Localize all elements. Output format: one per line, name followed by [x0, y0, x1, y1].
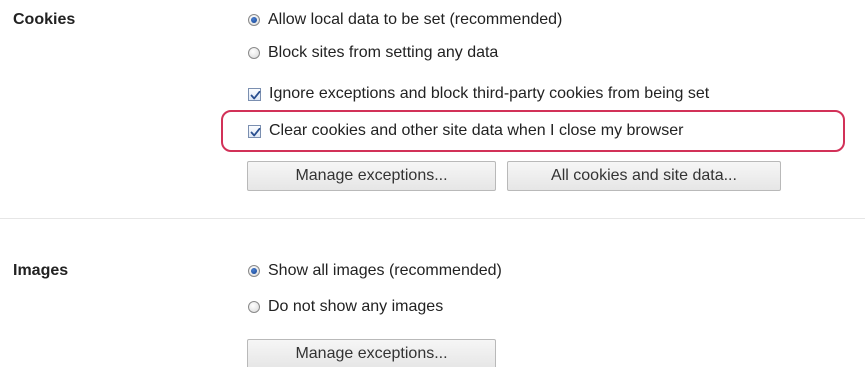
block-sites-label: Block sites from setting any data	[268, 44, 499, 61]
section-divider	[0, 218, 865, 219]
allow-local-data-label: Allow local data to be set (recommended)	[268, 11, 563, 28]
radio-selected-icon[interactable]	[248, 265, 260, 277]
radio-selected-icon[interactable]	[248, 14, 260, 26]
radio-unselected-icon[interactable]	[248, 47, 260, 59]
do-not-show-images-option[interactable]: Do not show any images	[248, 296, 443, 318]
all-cookies-site-data-button[interactable]: All cookies and site data...	[507, 161, 781, 191]
clear-on-close-label: Clear cookies and other site data when I…	[269, 122, 684, 139]
content-settings-page: Cookies Allow local data to be set (reco…	[0, 0, 865, 367]
cookies-manage-exceptions-button[interactable]: Manage exceptions...	[247, 161, 496, 191]
images-manage-exceptions-button[interactable]: Manage exceptions...	[247, 339, 496, 367]
block-third-party-label: Ignore exceptions and block third-party …	[269, 85, 710, 102]
allow-local-data-option[interactable]: Allow local data to be set (recommended)	[248, 9, 562, 31]
radio-unselected-icon[interactable]	[248, 301, 260, 313]
images-section-title: Images	[13, 262, 69, 279]
show-all-images-option[interactable]: Show all images (recommended)	[248, 260, 502, 282]
clear-on-close-option[interactable]: Clear cookies and other site data when I…	[248, 120, 683, 142]
show-all-images-label: Show all images (recommended)	[268, 262, 502, 279]
cookies-section-title: Cookies	[13, 11, 76, 28]
checkbox-checked-icon[interactable]	[248, 87, 261, 101]
checkbox-checked-icon[interactable]	[248, 124, 261, 138]
block-third-party-option[interactable]: Ignore exceptions and block third-party …	[248, 83, 709, 105]
do-not-show-images-label: Do not show any images	[268, 298, 444, 315]
block-sites-option[interactable]: Block sites from setting any data	[248, 42, 498, 64]
